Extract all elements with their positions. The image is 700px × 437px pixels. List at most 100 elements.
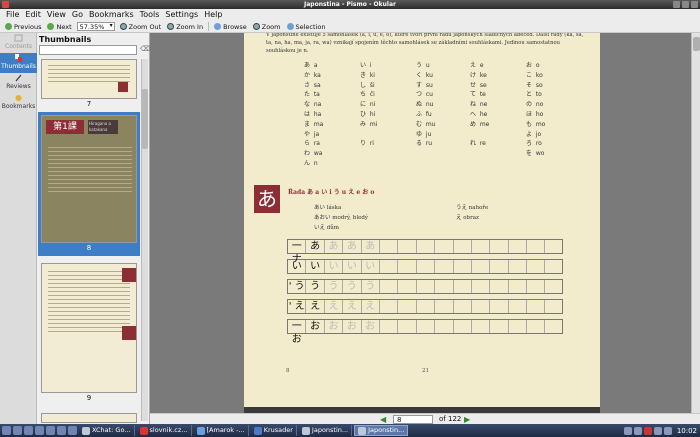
clear-search-icon[interactable]: ⌫ [140, 45, 150, 53]
main-toolbar: Previous Next 57.35% Zoom Out Zoom In Br… [0, 21, 700, 33]
network-icon[interactable] [623, 426, 632, 435]
thumbnail-page-8[interactable]: 第1課 Hiragana a katakana 8 [38, 112, 140, 256]
battery-icon[interactable] [653, 426, 662, 435]
selection-tool-button[interactable]: Selection [284, 22, 329, 32]
task-xchat[interactable]: XChat: Go... [79, 425, 135, 436]
clock[interactable]: 10:02 [677, 427, 697, 435]
task-opera[interactable]: slovnik.cz... [137, 425, 192, 436]
files-icon[interactable] [46, 426, 55, 435]
blank-cell [527, 320, 546, 333]
browse-tool-button[interactable]: Browse [211, 22, 250, 32]
next-page-icon[interactable]: ▶ [464, 415, 470, 424]
zoom-out-button[interactable]: Zoom Out [117, 22, 165, 32]
zoom-in-button[interactable]: Zoom In [164, 22, 206, 32]
blank-cell [454, 260, 472, 273]
blank-cell [417, 300, 436, 313]
arrow-down-icon [47, 23, 55, 30]
page-number-left: 8 [286, 368, 290, 374]
thumbnail-page-number: 8 [86, 244, 92, 252]
pager-icon[interactable] [68, 426, 77, 435]
trace-kana: お [362, 320, 380, 333]
trace-kana: あ [343, 240, 362, 253]
practice-row: 一 ナ あ あ あ あ [287, 239, 563, 265]
sidebar-tab-contents[interactable]: Contents [0, 33, 37, 53]
close-icon[interactable] [691, 1, 698, 8]
blank-cell [527, 300, 546, 313]
reviews-icon [15, 74, 22, 82]
blank-cell [398, 300, 417, 313]
thumbnails-search-input[interactable] [39, 45, 137, 55]
blank-cell [454, 240, 472, 253]
desktop-icon[interactable] [13, 426, 22, 435]
trace-kana: お [343, 320, 362, 333]
thumbnail-page-9[interactable]: 9 [41, 263, 137, 403]
blank-cell [454, 280, 472, 293]
blank-cell [435, 280, 454, 293]
blank-cell [527, 260, 546, 273]
window-menu-icon[interactable] [2, 1, 9, 8]
trace-kana: あ [362, 240, 380, 253]
trace-kana: う [343, 280, 362, 293]
zoom-select[interactable]: 57.35% [76, 22, 115, 31]
sidebar-tab-reviews[interactable]: Reviews [0, 73, 37, 93]
practice-row: ' え え え え え [287, 299, 563, 314]
thumbnail-page-10[interactable] [41, 413, 137, 423]
menu-help[interactable]: Help [201, 9, 225, 21]
browser-icon[interactable] [35, 426, 44, 435]
menu-bookmarks[interactable]: Bookmarks [86, 9, 137, 21]
blank-cell [490, 260, 509, 273]
zoom-out-icon [119, 23, 127, 30]
magnifier-icon [252, 23, 260, 30]
menu-tools[interactable]: Tools [137, 9, 163, 21]
terminal-icon[interactable] [24, 426, 33, 435]
thumbnails-scrollbar[interactable] [141, 59, 148, 421]
window-controls [673, 1, 698, 8]
maximize-icon[interactable] [682, 1, 689, 8]
zoom-tool-button[interactable]: Zoom [250, 22, 284, 32]
page-navigation-bar: ◀ 8 of 122 ▶ [150, 413, 700, 424]
thumbnail-page-7[interactable]: 7 [41, 59, 137, 109]
blank-cell [472, 240, 491, 253]
blank-cell [380, 240, 399, 253]
vocab-item: うえ nahoře [456, 205, 489, 211]
document-viewer[interactable]: V japonštině existuje 5 samohlásek (a, i… [150, 33, 700, 413]
menu-edit[interactable]: Edit [22, 9, 44, 21]
document-scrollbar[interactable] [691, 33, 700, 413]
thumbnail-image [41, 59, 137, 99]
task-okular-2[interactable]: Japonstin... [354, 425, 409, 436]
flag-icon[interactable] [643, 426, 652, 435]
vocab-item: え obraz [456, 215, 479, 221]
kde-menu-icon[interactable] [2, 426, 11, 435]
page-number-input[interactable]: 8 [393, 415, 433, 424]
task-amarok[interactable]: [Amarok -... [194, 425, 249, 436]
scrollbar-handle[interactable] [693, 37, 700, 51]
previous-button[interactable]: Previous [2, 22, 44, 32]
pager-icon[interactable] [57, 426, 66, 435]
blank-cell [417, 320, 436, 333]
menu-view[interactable]: View [44, 9, 69, 21]
trace-kana: お [325, 320, 344, 333]
blank-cell [454, 320, 472, 333]
blank-cell [435, 240, 454, 253]
menu-go[interactable]: Go [69, 9, 86, 21]
blank-cell [435, 320, 454, 333]
menu-file[interactable]: File [3, 9, 22, 21]
thumbnails-icon [15, 54, 22, 62]
page-number-center: 21 [422, 368, 429, 374]
minimize-icon[interactable] [673, 1, 680, 8]
previous-page-icon[interactable]: ◀ [380, 415, 386, 424]
scrollbar-handle[interactable] [142, 89, 148, 149]
thumbnails-title: Thumbnails [39, 35, 92, 44]
update-icon[interactable] [663, 426, 672, 435]
task-okular-1[interactable]: Japonstin... [299, 425, 353, 436]
sidebar-tab-thumbnails[interactable]: Thumbnails [0, 53, 37, 73]
trace-kana: う [362, 280, 380, 293]
vocab-item: あおい modrý, bledý [314, 215, 368, 221]
sidebar-tab-bookmarks[interactable]: Bookmarks [0, 93, 37, 113]
task-krusader[interactable]: Krusader [251, 425, 297, 436]
next-button[interactable]: Next [44, 22, 74, 32]
thumbnail-image [41, 413, 137, 423]
volume-icon[interactable] [633, 426, 642, 435]
contents-icon [14, 34, 23, 42]
menu-settings[interactable]: Settings [162, 9, 201, 21]
